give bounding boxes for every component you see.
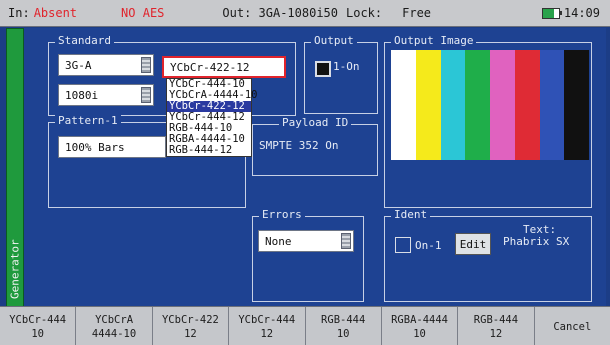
softkey-5[interactable]: RGB-444 10 xyxy=(306,307,382,345)
sampling-option[interactable]: RGB-444-12 xyxy=(167,145,251,156)
sampling-select[interactable]: YCbCr-422-12 xyxy=(162,56,286,78)
softkey-1[interactable]: YCbCr-444 10 xyxy=(0,307,77,345)
softkey-label-line1: RGB-444 xyxy=(321,313,366,326)
rate-value: 3G-A xyxy=(65,58,92,72)
color-bar xyxy=(539,50,565,160)
softkey-label-line2: 12 xyxy=(489,327,503,340)
softkey-6[interactable]: RGBA-4444 10 xyxy=(382,307,459,345)
softkey-label-line1: RGBA-4444 xyxy=(391,313,449,326)
pattern-value: 100% Bars xyxy=(65,140,125,154)
output-checkbox-label: 1-On xyxy=(333,60,360,73)
main-panel: Standard 3G-A 1080i YCbCr-422-12 Output … xyxy=(24,28,606,306)
output-group: Output 1-On xyxy=(304,34,378,114)
lock-status: Free xyxy=(402,6,432,20)
payload-id-group: Payload ID SMPTE 352 On xyxy=(252,116,378,176)
generator-screen: In: Absent NO AES Out: 3GA-1080i50 Lock:… xyxy=(0,0,610,345)
output-image-preview xyxy=(391,50,589,160)
scroll-grip-icon xyxy=(141,57,151,73)
time-text: 14:09 xyxy=(563,6,600,20)
softkey-3[interactable]: YCbCr-422 12 xyxy=(153,307,230,345)
output-status: Out: 3GA-1080i50 xyxy=(222,6,338,20)
input-label: In: xyxy=(8,6,30,20)
softkey-label-line1: RGB-444 xyxy=(473,313,519,326)
status-bar: In: Absent NO AES Out: 3GA-1080i50 Lock:… xyxy=(0,0,610,27)
softkey-label-line2: 10 xyxy=(413,327,426,340)
pattern-title: Pattern-1 xyxy=(55,114,121,127)
softkey-label-line2: 10 xyxy=(336,327,350,340)
errors-group: Errors xyxy=(252,208,364,302)
color-bar xyxy=(415,50,441,160)
softkey-2[interactable]: YCbCrA 4444-10 xyxy=(76,307,153,345)
ident-edit-button[interactable]: Edit xyxy=(455,233,491,255)
output-image-title: Output Image xyxy=(391,34,477,47)
errors-value: None xyxy=(265,234,292,248)
format-select[interactable]: 1080i xyxy=(58,84,154,106)
sampling-dropdown[interactable]: YCbCr-444-10 YCbCrA-4444-10 YCbCr-422-12 YC… xyxy=(166,78,258,157)
softkey-label-line1: YCbCrA xyxy=(95,313,134,326)
format-value: 1080i xyxy=(65,88,99,102)
errors-title: Errors xyxy=(259,208,305,221)
softkey-label-line1: Cancel xyxy=(553,320,592,333)
color-bar xyxy=(564,50,589,160)
errors-select[interactable]: None xyxy=(258,230,354,252)
payload-id-value: SMPTE 352 On xyxy=(259,139,339,152)
payload-id-title: Payload ID xyxy=(279,116,352,129)
color-bar xyxy=(514,50,540,160)
softkey-label-line2: 12 xyxy=(184,327,197,340)
output-title: Output xyxy=(311,34,357,47)
sampling-value: YCbCr-422-12 xyxy=(170,60,250,74)
battery-icon xyxy=(541,8,562,19)
standard-title: Standard xyxy=(55,34,114,47)
softkey-4[interactable]: YCbCr-444 12 xyxy=(229,307,306,345)
softkey-label-line1: YCbCr-444 xyxy=(9,313,67,326)
rate-select[interactable]: 3G-A xyxy=(58,54,154,76)
softkey-8[interactable]: Cancel xyxy=(535,307,610,345)
ident-checkbox-label: On-1 xyxy=(415,239,442,252)
lock-label: Lock: xyxy=(346,6,383,20)
scroll-grip-icon xyxy=(141,87,151,103)
color-bar xyxy=(391,50,416,160)
color-bar xyxy=(465,50,490,160)
ident-text-value: Phabrix SX xyxy=(503,235,570,248)
aes-status: NO AES xyxy=(121,6,165,20)
softkey-label-line1: YCbCr-444 xyxy=(238,313,296,326)
scroll-grip-icon xyxy=(341,233,351,249)
color-bar xyxy=(440,50,466,160)
pattern-select[interactable]: 100% Bars xyxy=(58,136,166,158)
clock: 14:09 xyxy=(541,6,600,20)
softkey-label-line2: 4444-10 xyxy=(91,327,137,340)
color-bar xyxy=(490,50,515,160)
sidetab-generator[interactable]: Generator xyxy=(6,28,24,308)
softkey-label-line2: 10 xyxy=(31,327,45,340)
ident-title: Ident xyxy=(391,208,431,221)
softkey-label-line2: 12 xyxy=(260,327,274,340)
sidetab-label: Generator xyxy=(8,239,22,299)
output-image-group: Output Image xyxy=(384,34,592,208)
softkey-bar: YCbCr-444 10 YCbCrA 4444-10 YCbCr-422 12 YCbCr… xyxy=(0,306,610,345)
ident-checkbox[interactable] xyxy=(395,237,411,253)
softkey-label-line1: YCbCr-422 xyxy=(161,313,219,326)
ident-group: Ident On-1 Edit Text: Phabrix SX xyxy=(384,208,592,302)
output-checkbox[interactable] xyxy=(315,61,331,77)
softkey-7[interactable]: RGB-444 12 xyxy=(458,307,535,345)
input-status: Absent xyxy=(33,6,78,20)
